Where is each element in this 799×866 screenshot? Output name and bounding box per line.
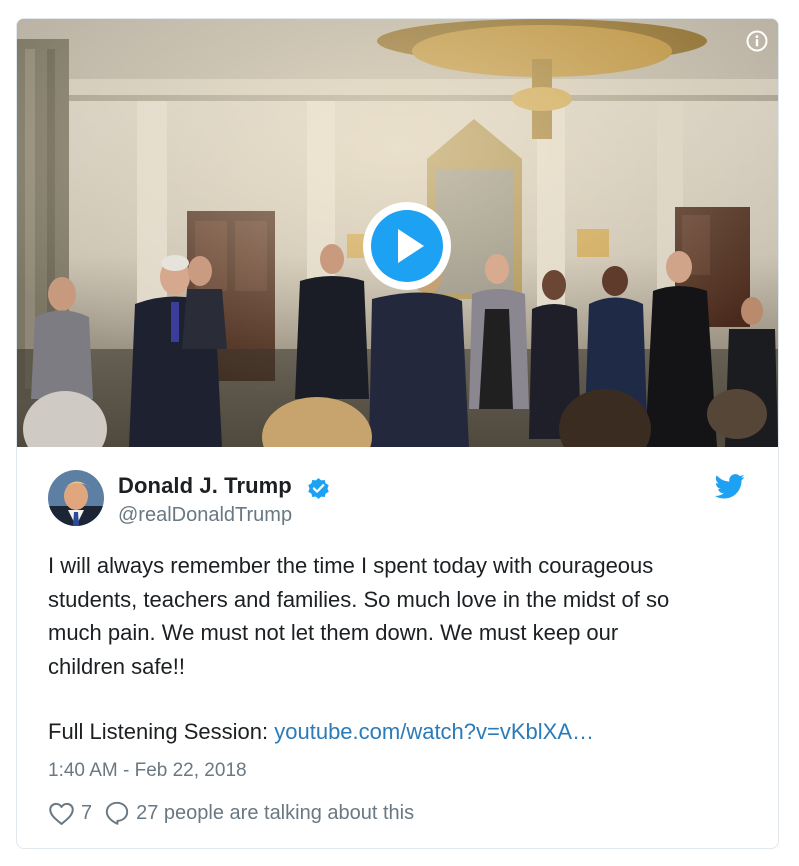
video-thumbnail[interactable] <box>17 19 778 447</box>
tweet-text: I will always remember the time I spent … <box>48 549 748 683</box>
info-icon[interactable] <box>746 30 768 52</box>
speech-bubble-icon <box>105 801 129 825</box>
avatar[interactable] <box>48 470 104 526</box>
reply-button[interactable]: 27 people are talking about this <box>104 800 414 826</box>
tweet-text-line: children safe!! <box>48 653 185 679</box>
avatar-image <box>48 470 104 526</box>
tweet-embed-card: Donald J. Trump @realDonaldTrump I will … <box>16 18 779 849</box>
session-label: Full Listening Session: <box>48 719 269 744</box>
twitter-bird-icon[interactable] <box>715 474 745 499</box>
tweet-timestamp[interactable]: 1:40 AM - Feb 22, 2018 <box>48 760 247 782</box>
like-count: 7 <box>81 801 93 824</box>
tweet-actions: 7 27 people are talking about this <box>48 798 414 828</box>
author-name[interactable]: Donald J. Trump <box>118 473 292 499</box>
listening-session-line: Full Listening Session: youtube.com/watc… <box>48 719 594 745</box>
author-handle[interactable]: @realDonaldTrump <box>118 504 292 527</box>
tweet-text-line: I will always remember the time I spent … <box>48 553 654 578</box>
tweet-text-line: students, teachers and families. So much… <box>48 586 670 612</box>
play-icon[interactable] <box>362 201 452 291</box>
youtube-link[interactable]: youtube.com/watch?v=vKblXA… <box>274 719 594 744</box>
verified-badge-icon <box>308 478 329 499</box>
heart-icon <box>49 802 74 825</box>
like-button[interactable]: 7 <box>48 801 92 826</box>
talking-count: 27 people are talking about this <box>136 801 415 824</box>
tweet-text-line: much pain. We must not let them down. We… <box>48 620 619 645</box>
